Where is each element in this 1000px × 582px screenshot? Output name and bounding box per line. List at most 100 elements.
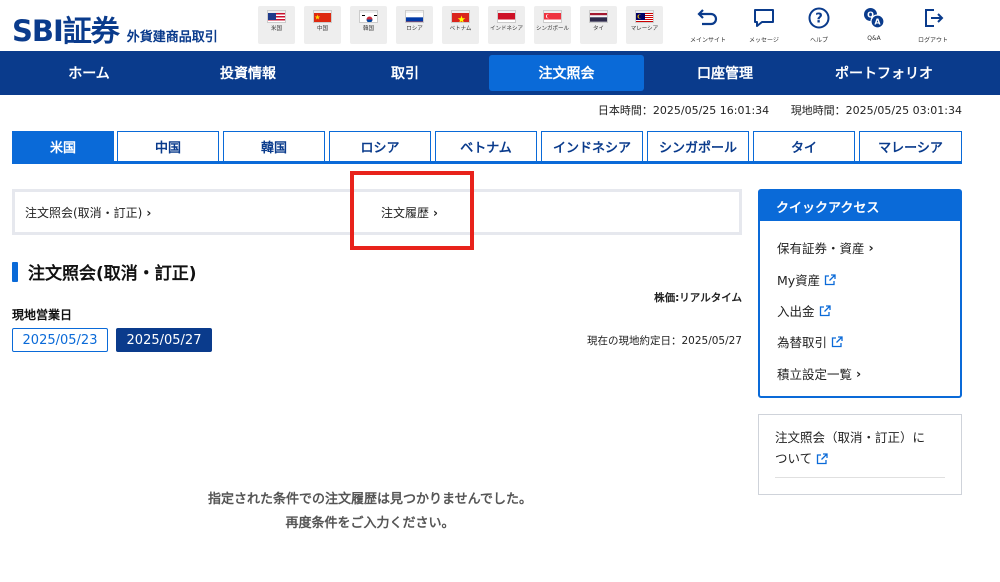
logo[interactable]: SBI証券 外貨建商品取引 xyxy=(12,8,218,50)
vn-flag-icon xyxy=(451,10,470,23)
flag-button-ru[interactable]: ロシア xyxy=(396,6,433,44)
tab-my[interactable]: マレーシア xyxy=(859,131,962,161)
japan-time: 日本時間：2025/05/25 16:01:34 xyxy=(597,104,770,117)
main-nav: ホーム 投資情報 取引 注文照会 口座管理 ポートフォリオ xyxy=(0,51,1000,95)
country-tabs: 米国 中国 韓国 ロシア ベトナム インドネシア シンガポール タイ マレーシア xyxy=(12,131,962,164)
tab-kr[interactable]: 韓国 xyxy=(223,131,325,161)
about-order-inquiry-box: 注文照会（取消・訂正）に ついて xyxy=(758,414,962,495)
flag-label: 米国 xyxy=(270,26,282,32)
flag-label: ロシア xyxy=(406,26,423,32)
about-order-inquiry-link[interactable]: 注文照会（取消・訂正）に ついて xyxy=(775,427,951,469)
tab-vn[interactable]: ベトナム xyxy=(435,131,537,161)
quick-access-fx[interactable]: 為替取引 xyxy=(777,332,843,351)
nav-home[interactable]: ホーム xyxy=(0,55,178,91)
flag-button-us[interactable]: 米国 xyxy=(258,6,295,44)
about-line2-wrap: ついて xyxy=(775,448,951,469)
qa-button[interactable]: QA Q&A xyxy=(847,6,901,42)
nav-portfolio[interactable]: ポートフォリオ xyxy=(814,55,954,91)
main-site-label: メインサイト xyxy=(689,37,726,44)
help-button[interactable]: ? ヘルプ xyxy=(792,6,846,44)
nav-order-inquiry[interactable]: 注文照会 xyxy=(489,55,644,91)
quick-access-title: クイックアクセス xyxy=(760,191,960,221)
flag-button-id[interactable]: インドネシア xyxy=(488,6,525,44)
order-subnav: 注文照会(取消・訂正) › 注文履歴 › xyxy=(12,189,742,235)
logo-subtitle: 外貨建商品取引 xyxy=(126,30,218,45)
help-label: ヘルプ xyxy=(809,37,828,44)
tab-ru[interactable]: ロシア xyxy=(329,131,431,161)
page-title: 注文照会(取消・訂正) xyxy=(28,264,197,284)
external-link-icon xyxy=(825,273,836,285)
empty-message: 指定された条件での注文履歴は見つかりませんでした。 再度条件をご入力ください。 xyxy=(140,488,600,536)
chevron-right-icon: › xyxy=(433,206,438,220)
flag-button-th[interactable]: タイ xyxy=(580,6,617,44)
main-site-button[interactable]: メインサイト xyxy=(681,6,735,44)
country-flag-bar: 米国 中国 韓国 ロシア ベトナム インドネシア シンガポール タイ マレーシア xyxy=(258,6,672,44)
current-settle-date: 現在の現地約定日：2025/05/27 xyxy=(586,335,742,347)
quick-access-holdings-label: 保有証券・資産 xyxy=(777,241,865,256)
main-site-icon xyxy=(697,9,718,26)
flag-label: 韓国 xyxy=(362,26,374,32)
tab-id[interactable]: インドネシア xyxy=(541,131,643,161)
divider xyxy=(775,477,945,478)
my-flag-icon xyxy=(635,10,654,23)
external-link-icon xyxy=(819,304,831,316)
subnav-order-history-link[interactable]: 注文履歴 › xyxy=(381,204,438,221)
id-flag-icon xyxy=(497,10,516,23)
quick-access-deposit[interactable]: 入出金 xyxy=(777,301,831,320)
logout-button[interactable]: ログアウト xyxy=(906,6,960,44)
quick-access-savings[interactable]: 積立設定一覧 › xyxy=(777,364,861,383)
tab-th[interactable]: タイ xyxy=(753,131,855,161)
message-button[interactable]: メッセージ xyxy=(737,6,791,44)
logout-label: ログアウト xyxy=(917,37,948,44)
flag-label: シンガポール xyxy=(535,26,569,32)
external-link-icon xyxy=(831,335,843,347)
flag-label: ベトナム xyxy=(449,26,472,32)
flag-button-kr[interactable]: 韓国 xyxy=(350,6,387,44)
date-button-0527[interactable]: 2025/05/27 xyxy=(116,328,212,352)
logout-icon xyxy=(925,9,944,27)
about-line2: ついて xyxy=(775,451,813,466)
quick-access-deposit-label: 入出金 xyxy=(777,304,815,319)
ru-flag-icon xyxy=(405,10,424,23)
flag-label: マレーシア xyxy=(630,26,659,32)
quick-access-panel: クイックアクセス 保有証券・資産 › My資産 入出金 為替取引 積立設定一覧 › xyxy=(758,189,962,398)
local-bizday-label: 現地営業日 xyxy=(12,308,73,322)
empty-message-line2: 再度条件をご入力ください。 xyxy=(285,516,455,531)
flag-button-sg[interactable]: シンガポール xyxy=(534,6,571,44)
chevron-right-icon: › xyxy=(856,366,862,381)
date-button-0523[interactable]: 2025/05/23 xyxy=(12,328,108,352)
tab-us[interactable]: 米国 xyxy=(12,131,114,161)
chevron-right-icon: › xyxy=(868,240,874,255)
price-note: 株価:リアルタイム xyxy=(654,292,742,304)
svg-text:?: ? xyxy=(815,12,823,27)
quick-access-holdings[interactable]: 保有証券・資産 › xyxy=(777,238,874,257)
logo-text: SBI証券 xyxy=(12,14,120,48)
quick-access-savings-label: 積立設定一覧 xyxy=(777,367,853,382)
empty-message-line1: 指定された条件での注文履歴は見つかりませんでした。 xyxy=(208,492,532,507)
cn-flag-icon xyxy=(313,10,332,23)
flag-button-my[interactable]: マレーシア xyxy=(626,6,663,44)
message-icon xyxy=(754,9,774,27)
flag-button-vn[interactable]: ベトナム xyxy=(442,6,479,44)
nav-trade[interactable]: 取引 xyxy=(335,55,475,91)
quick-access-my-assets[interactable]: My資産 xyxy=(777,270,836,289)
tab-cn[interactable]: 中国 xyxy=(117,131,219,161)
flag-button-cn[interactable]: 中国 xyxy=(304,6,341,44)
quick-access-my-assets-label: My資産 xyxy=(777,273,821,288)
sg-flag-icon xyxy=(543,10,562,23)
tab-sg[interactable]: シンガポール xyxy=(647,131,749,161)
subnav-order-inquiry-link[interactable]: 注文照会(取消・訂正) › xyxy=(25,204,151,221)
th-flag-icon xyxy=(589,10,608,23)
flag-label: インドネシア xyxy=(489,26,523,32)
kr-flag-icon xyxy=(359,10,378,23)
us-flag-icon xyxy=(267,10,286,23)
external-link-icon xyxy=(816,452,828,464)
section-heading: 注文照会(取消・訂正) xyxy=(12,259,197,284)
subnav-order-history-label: 注文履歴 xyxy=(381,206,430,220)
nav-account[interactable]: 口座管理 xyxy=(655,55,795,91)
title-accent-bar xyxy=(12,261,18,282)
nav-investment-info[interactable]: 投資情報 xyxy=(178,55,318,91)
local-time: 現地時間：2025/05/25 03:01:34 xyxy=(790,104,962,117)
time-info: 日本時間：2025/05/25 16:01:34 現地時間：2025/05/25… xyxy=(580,102,962,118)
header: SBI証券 外貨建商品取引 米国 中国 韓国 ロシア ベトナム インドネシア シ… xyxy=(0,0,1000,50)
